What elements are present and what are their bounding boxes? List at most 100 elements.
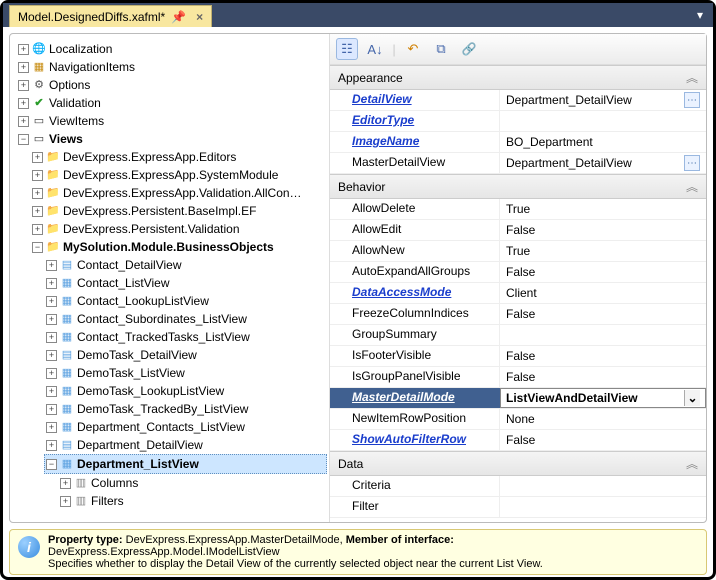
expand-toggle[interactable]: + [46,278,57,289]
property-value[interactable] [500,497,706,517]
expand-toggle[interactable]: + [32,206,43,217]
tree-node[interactable]: +▦DemoTask_LookupListView [44,382,327,400]
pin-icon[interactable]: 📌 [171,10,186,24]
property-value[interactable]: ListViewAndDetailView⌄ [500,388,706,408]
expand-toggle[interactable]: + [46,296,57,307]
property-value[interactable] [500,111,706,131]
tree-node[interactable]: +▤Department_DetailView [44,436,327,454]
property-row[interactable]: AllowEditFalse [330,220,706,241]
expand-toggle[interactable]: + [46,404,57,415]
expand-toggle[interactable]: − [46,459,57,470]
expand-toggle[interactable]: + [60,478,71,489]
expand-toggle[interactable]: − [18,134,29,145]
category-data[interactable]: Data ︽ [330,451,706,476]
property-row[interactable]: Criteria [330,476,706,497]
property-row[interactable]: GroupSummary [330,325,706,346]
property-row[interactable]: FreezeColumnIndicesFalse [330,304,706,325]
copy-button[interactable]: ⧉ [430,38,452,60]
tree-node[interactable]: +▤Contact_DetailView [44,256,327,274]
property-row[interactable]: AutoExpandAllGroupsFalse [330,262,706,283]
expand-toggle[interactable]: + [46,368,57,379]
ellipsis-button[interactable]: ⋯ [684,92,700,108]
tabbar-menu-button[interactable]: ▾ [687,8,713,22]
property-value[interactable]: Department_DetailView⋯ [500,153,706,173]
property-value[interactable]: None [500,409,706,429]
property-value[interactable]: False [500,304,706,324]
expand-toggle[interactable]: + [32,152,43,163]
tree-node[interactable]: +📁DevExpress.Persistent.Validation [30,220,327,238]
category-appearance[interactable]: Appearance ︽ [330,65,706,90]
expand-toggle[interactable]: + [46,440,57,451]
ellipsis-button[interactable]: ⋯ [684,155,700,171]
tree-node[interactable]: +🌐Localization [16,40,327,58]
tree-node[interactable]: −▦Department_ListView [44,454,327,474]
property-value[interactable]: Department_DetailView⋯ [500,90,706,110]
tree-node[interactable]: +📁DevExpress.ExpressApp.Validation.AllCo… [30,184,327,202]
property-row[interactable]: ImageNameBO_Department [330,132,706,153]
tree-node[interactable]: +📁DevExpress.ExpressApp.SystemModule [30,166,327,184]
property-value[interactable]: False [500,367,706,387]
property-value[interactable]: True [500,199,706,219]
property-row[interactable]: EditorType [330,111,706,132]
expand-toggle[interactable]: + [18,44,29,55]
property-row[interactable]: AllowDeleteTrue [330,199,706,220]
tree-node[interactable]: +📁DevExpress.Persistent.BaseImpl.EF [30,202,327,220]
expand-toggle[interactable]: + [32,188,43,199]
collapse-icon[interactable]: ︽ [686,178,698,195]
close-icon[interactable]: × [196,10,203,24]
tree-node[interactable]: +▥Filters [58,492,327,510]
property-value[interactable]: False [500,262,706,282]
tree-node[interactable]: +▦NavigationItems [16,58,327,76]
tree-node[interactable]: +▤DemoTask_DetailView [44,346,327,364]
expand-toggle[interactable]: + [46,332,57,343]
collapse-icon[interactable]: ︽ [686,455,698,472]
property-value[interactable]: False [500,430,706,450]
tree-node[interactable]: +▭ViewItems [16,112,327,130]
property-value[interactable]: Client [500,283,706,303]
tree-node[interactable]: +📁DevExpress.ExpressApp.Editors [30,148,327,166]
tree-node[interactable]: +✔Validation [16,94,327,112]
active-tab[interactable]: Model.DesignedDiffs.xafml* 📌 × [9,5,212,27]
property-row[interactable]: Filter [330,497,706,518]
tree-node[interactable]: −▭Views [16,130,327,148]
expand-toggle[interactable]: − [32,242,43,253]
property-row[interactable]: NewItemRowPositionNone [330,409,706,430]
property-value[interactable] [500,476,706,496]
categorize-button[interactable]: ☷ [336,38,358,60]
tree-node[interactable]: −📁MySolution.Module.BusinessObjects [30,238,327,256]
property-row[interactable]: DetailViewDepartment_DetailView⋯ [330,90,706,111]
expand-toggle[interactable]: + [18,98,29,109]
property-grid[interactable]: Appearance ︽ DetailViewDepartment_Detail… [330,65,706,522]
expand-toggle[interactable]: + [46,422,57,433]
expand-toggle[interactable]: + [18,62,29,73]
tree-node[interactable]: +▦Contact_Subordinates_ListView [44,310,327,328]
expand-toggle[interactable]: + [46,314,57,325]
model-tree[interactable]: +🌐Localization+▦NavigationItems+⚙Options… [10,34,330,522]
property-row[interactable]: DataAccessModeClient [330,283,706,304]
tree-node[interactable]: +▦Department_Contacts_ListView [44,418,327,436]
expand-toggle[interactable]: + [46,350,57,361]
property-row[interactable]: MasterDetailViewDepartment_DetailView⋯ [330,153,706,174]
category-behavior[interactable]: Behavior ︽ [330,174,706,199]
expand-toggle[interactable]: + [46,260,57,271]
property-value[interactable]: True [500,241,706,261]
property-value[interactable]: False [500,346,706,366]
expand-toggle[interactable]: + [32,170,43,181]
tree-node[interactable]: +▦Contact_LookupListView [44,292,327,310]
property-value[interactable]: False [500,220,706,240]
dropdown-button[interactable]: ⌄ [684,390,700,406]
tree-node[interactable]: +▦DemoTask_TrackedBy_ListView [44,400,327,418]
property-value[interactable] [500,325,706,345]
property-row[interactable]: ShowAutoFilterRowFalse [330,430,706,451]
property-value[interactable]: BO_Department [500,132,706,152]
tree-node[interactable]: +⚙Options [16,76,327,94]
property-row[interactable]: MasterDetailModeListViewAndDetailView⌄ [330,388,706,409]
tree-node[interactable]: +▦Contact_TrackedTasks_ListView [44,328,327,346]
expand-toggle[interactable]: + [32,224,43,235]
expand-toggle[interactable]: + [60,496,71,507]
collapse-icon[interactable]: ︽ [686,69,698,86]
tree-node[interactable]: +▥Columns [58,474,327,492]
expand-toggle[interactable]: + [46,386,57,397]
property-row[interactable]: IsGroupPanelVisibleFalse [330,367,706,388]
expand-toggle[interactable]: + [18,80,29,91]
